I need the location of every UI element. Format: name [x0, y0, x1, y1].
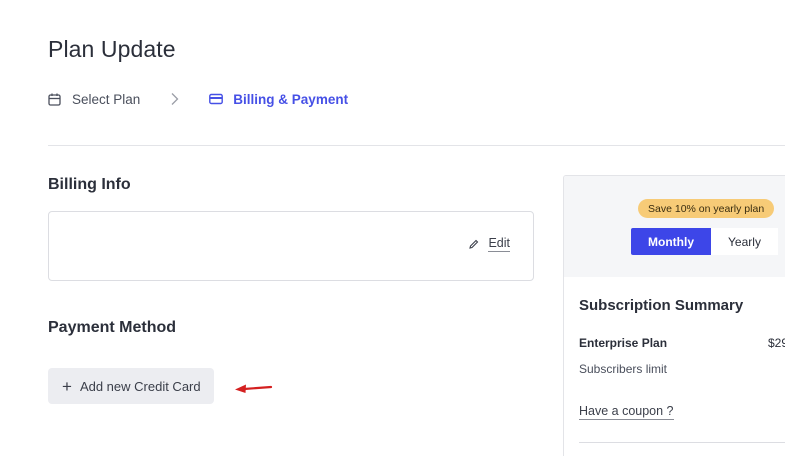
billing-info-title: Billing Info: [48, 176, 131, 193]
plan-price: $29: [768, 336, 785, 350]
subscribers-limit-label: Subscribers limit: [579, 362, 668, 376]
coupon-link[interactable]: Have a coupon ?: [579, 404, 674, 420]
save-badge: Save 10% on yearly plan: [638, 199, 775, 218]
edit-label: Edit: [488, 236, 510, 252]
plus-icon: +: [62, 376, 72, 396]
billing-period-toggle: Monthly Yearly: [631, 228, 778, 255]
page-title: Plan Update: [48, 36, 176, 62]
billing-info-box: Edit: [48, 211, 534, 281]
payment-method-title: Payment Method: [48, 319, 177, 336]
yearly-toggle-button[interactable]: Yearly: [711, 228, 778, 255]
red-arrow-icon: [235, 384, 273, 393]
credit-card-icon: [209, 92, 224, 106]
add-credit-card-button[interactable]: + Add new Credit Card: [48, 368, 214, 404]
plan-name: Enterprise Plan: [579, 336, 668, 350]
subscription-summary-title: Subscription Summary: [579, 297, 744, 314]
billing-period-section: Save 10% on yearly plan Monthly Yearly: [564, 176, 785, 277]
subscription-panel: Save 10% on yearly plan Monthly Yearly S…: [563, 175, 785, 456]
add-credit-card-label: Add new Credit Card: [79, 378, 201, 394]
calendar-icon: [48, 92, 62, 106]
chevron-right-icon: [170, 92, 182, 106]
step-label: Select Plan: [72, 91, 141, 107]
edit-button[interactable]: Edit: [468, 236, 510, 252]
summary-divider: [579, 442, 785, 443]
step-billing-payment[interactable]: Billing & Payment: [209, 92, 348, 107]
header-divider: [48, 145, 785, 146]
monthly-toggle-button[interactable]: Monthly: [631, 228, 711, 255]
step-select-plan[interactable]: Select Plan: [48, 92, 140, 107]
stepper: Select Plan Billing & Payment: [48, 89, 348, 109]
pencil-icon: [468, 239, 479, 250]
step-label: Billing & Payment: [233, 91, 349, 107]
